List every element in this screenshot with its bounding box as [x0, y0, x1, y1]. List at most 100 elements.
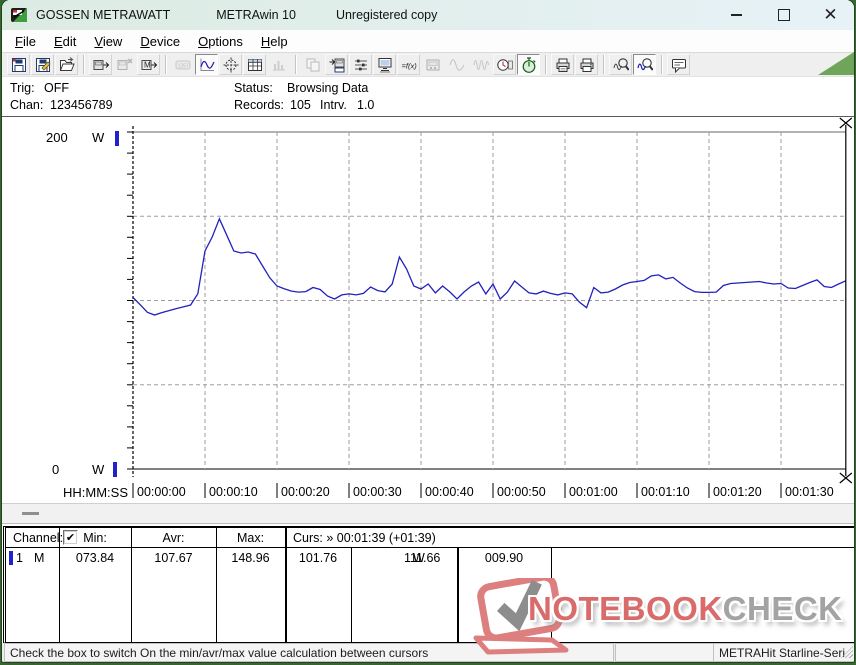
- pc-connection-icon: [378, 57, 391, 72]
- status-middle-panel: [615, 643, 714, 662]
- table-divider: [59, 528, 60, 642]
- menu-item-view[interactable]: View: [85, 32, 131, 51]
- column-header-avr: Avr:: [162, 531, 185, 545]
- toolbar-button-wave-single: [445, 54, 468, 75]
- cursor-crosshair-icon: [223, 57, 238, 72]
- toolbar-button-display-lcd: 1257: [171, 54, 194, 75]
- minimize-icon: [731, 14, 742, 16]
- zoom-in-wave-icon: [636, 57, 653, 71]
- time-tick-label: 00:00:00: [137, 485, 186, 499]
- toolbar-button-pc-connection[interactable]: [373, 54, 396, 75]
- toolbar-button-formula-fx[interactable]: =f(x): [397, 54, 420, 75]
- status-label: Status:: [234, 81, 273, 95]
- maximize-icon: [777, 9, 790, 21]
- channel-color-marker: [9, 551, 13, 565]
- close-button[interactable]: ✕: [807, 0, 854, 30]
- channel-marker-top: [115, 131, 119, 146]
- menu-item-help[interactable]: Help: [252, 32, 297, 51]
- toolbar-button-memory-read[interactable]: M: [137, 54, 160, 75]
- time-tick-label: 00:01:10: [641, 485, 690, 499]
- toolbar-button-device-settings: [421, 54, 444, 75]
- trigger-value: OFF: [44, 81, 69, 95]
- cursor2-unit: W: [413, 551, 425, 565]
- plot-svg[interactable]: 200 W 0 W HH:MM:SS 00:00:00 00:00:10 00:00:20 00…: [2, 117, 854, 504]
- read-device-icon: [93, 59, 109, 70]
- toolbar-buttons: M 1257 =f(x): [7, 54, 691, 75]
- read-device-stop-icon: [117, 58, 132, 70]
- horizontal-scrollbar[interactable]: [2, 503, 854, 524]
- measurement-info-panel: Trig: OFF Chan: 123456789 Status: Browsi…: [2, 77, 854, 116]
- toolbar-button-annotation-bubble[interactable]: [667, 54, 690, 75]
- window-title-status: Unregistered copy: [335, 8, 438, 22]
- time-tick-label: 00:00:40: [425, 485, 474, 499]
- toolbar-button-read-device-stop: [113, 54, 136, 75]
- resize-corner-triangle: [818, 52, 854, 75]
- toolbar-button-print[interactable]: [575, 54, 598, 75]
- menu-item-edit[interactable]: Edit: [45, 32, 85, 51]
- channels-label: Chan:: [10, 98, 44, 112]
- toolbar-button-table-view[interactable]: [243, 54, 266, 75]
- wave-single-icon: [448, 58, 465, 71]
- toolbar-button-save-as[interactable]: [31, 54, 54, 75]
- toolbar-button-wave-multi: [469, 54, 492, 75]
- svg-text:=f(x): =f(x): [401, 61, 417, 70]
- toolbar-button-histogram-view: [267, 54, 290, 75]
- toolbar-button-zoom-out-wave[interactable]: [609, 54, 632, 75]
- minimize-button[interactable]: [713, 0, 760, 30]
- y-axis-max-label: 200: [46, 130, 68, 145]
- time-tick-label: 00:01:00: [569, 485, 618, 499]
- time-tick-label: 00:01:30: [785, 485, 834, 499]
- toolbar-button-open-file[interactable]: [55, 54, 78, 75]
- device-settings-icon: [426, 59, 439, 70]
- toolbar-button-print-preview[interactable]: [551, 54, 574, 75]
- menu-item-file[interactable]: File: [6, 32, 45, 51]
- toolbar-button-read-device[interactable]: [89, 54, 112, 75]
- menu-item-device[interactable]: Device: [131, 32, 189, 51]
- toolbar-separator: [83, 55, 85, 74]
- table-divider: [551, 547, 552, 642]
- memory-read-icon: M: [141, 59, 157, 70]
- toolbar-button-cursor-crosshair[interactable]: [219, 54, 242, 75]
- time-tick-label: 00:01:20: [713, 485, 762, 499]
- chart-view-icon: [199, 58, 215, 71]
- trigger-label: Trig:: [10, 81, 35, 95]
- scrollbar-thumb[interactable]: [22, 512, 39, 515]
- save-file-icon: [11, 57, 26, 72]
- device-name-panel: METRAHit Starline-Seri: [713, 643, 854, 662]
- chart-area: 200 W 0 W HH:MM:SS 00:00:00 00:00:10 00:00:20 00…: [2, 116, 854, 503]
- menu-item-options[interactable]: Options: [189, 32, 252, 51]
- cell-min-value: 073.84: [75, 551, 115, 565]
- wave-multi-icon: [472, 59, 489, 70]
- cell-channel-mode: M: [34, 551, 45, 565]
- toolbar-button-save-file[interactable]: [7, 54, 30, 75]
- app-icon: [11, 7, 27, 22]
- window-title-product: METRAwin 10: [216, 8, 296, 22]
- close-icon: ✕: [823, 4, 838, 25]
- open-file-icon: [59, 56, 75, 71]
- toolbar-button-save-to-device[interactable]: [325, 54, 348, 75]
- save-to-device-icon: [329, 58, 344, 72]
- toolbar-button-zoom-in-wave[interactable]: [633, 54, 656, 75]
- toolbar-button-clock-interval[interactable]: [493, 54, 516, 75]
- toolbar-separator: [165, 55, 167, 74]
- interval-value: 1.0: [357, 98, 375, 112]
- time-tick-label: 00:00:50: [497, 485, 546, 499]
- window-title-app: GOSSEN METRAWATT: [36, 8, 171, 22]
- x-axis-format-label: HH:MM:SS: [63, 485, 128, 500]
- status-value: Browsing Data: [287, 81, 369, 95]
- toolbar: M 1257 =f(x): [2, 52, 854, 77]
- formula-fx-icon: =f(x): [401, 61, 417, 70]
- toolbar-button-timer-green[interactable]: [517, 54, 540, 75]
- maximize-button[interactable]: [760, 0, 807, 30]
- time-tick-label: 00:00:10: [209, 485, 258, 499]
- window-controls: ✕: [713, 0, 854, 30]
- toolbar-button-chart-view[interactable]: [195, 54, 218, 75]
- cell-channel-number: 1: [16, 551, 23, 565]
- records-label: Records:: [234, 98, 285, 112]
- status-message: Check the box to switch On the min/avr/m…: [10, 645, 429, 660]
- print-preview-icon: [556, 58, 569, 72]
- channel-setup-icon: [354, 59, 367, 70]
- table-divider: [216, 528, 217, 642]
- cell-difference-value: 009.90: [484, 551, 524, 565]
- toolbar-button-channel-setup[interactable]: [349, 54, 372, 75]
